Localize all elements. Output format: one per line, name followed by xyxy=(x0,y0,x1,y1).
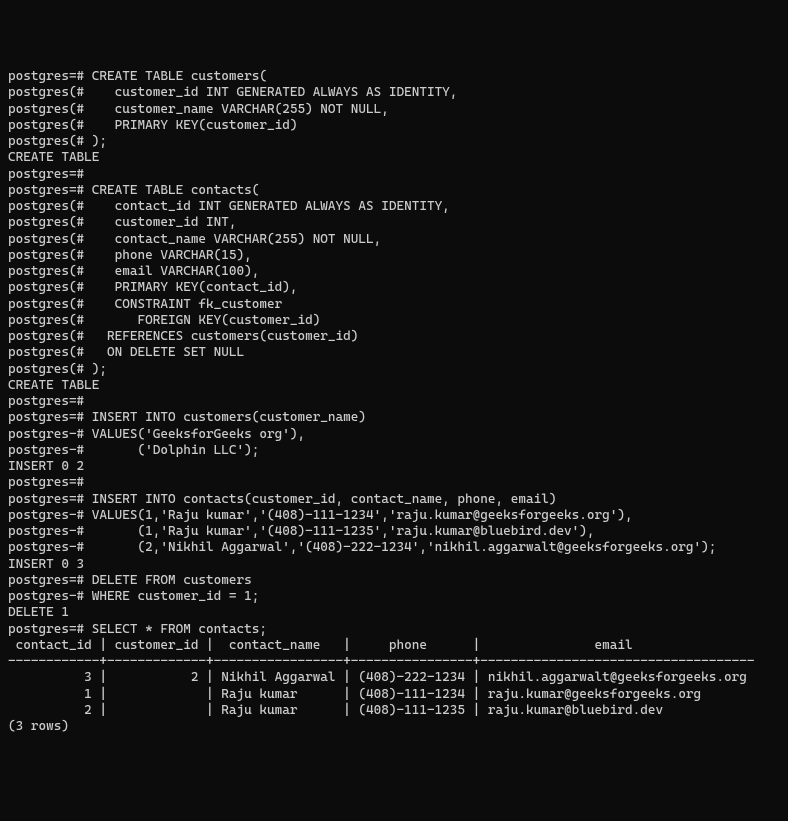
terminal-line: postgres-# ('Dolphin LLC'); xyxy=(8,443,780,459)
terminal-line: postgres(# email VARCHAR(100), xyxy=(8,264,780,280)
terminal-line: postgres(# phone VARCHAR(15), xyxy=(8,248,780,264)
terminal-line: postgres(# customer_id INT, xyxy=(8,215,780,231)
terminal-line: postgres-# WHERE customer_id = 1; xyxy=(8,589,780,605)
terminal-line: postgres-# VALUES(1,'Raju kumar','(408)-… xyxy=(8,508,780,524)
terminal-line: postgres=# xyxy=(8,167,780,183)
terminal-line: contact_id | customer_id | contact_name … xyxy=(8,638,780,654)
terminal-line: 2 | | Raju kumar | (408)-111-1235 | raju… xyxy=(8,703,780,719)
terminal-line: CREATE TABLE xyxy=(8,150,780,166)
terminal-line: postgres(# contact_name VARCHAR(255) NOT… xyxy=(8,232,780,248)
terminal-line: postgres(# contact_id INT GENERATED ALWA… xyxy=(8,199,780,215)
terminal-line: postgres=# CREATE TABLE customers( xyxy=(8,69,780,85)
terminal-line: postgres=# xyxy=(8,475,780,491)
terminal-line: postgres(# CONSTRAINT fk_customer xyxy=(8,297,780,313)
terminal-output[interactable]: postgres=# CREATE TABLE customers(postgr… xyxy=(8,69,780,735)
terminal-line: postgres-# VALUES('GeeksforGeeks org'), xyxy=(8,427,780,443)
terminal-line: postgres-# (2,'Nikhil Aggarwal','(408)-2… xyxy=(8,540,780,556)
terminal-line: (3 rows) xyxy=(8,719,780,735)
terminal-line: DELETE 1 xyxy=(8,605,780,621)
terminal-line: postgres=# INSERT INTO contacts(customer… xyxy=(8,492,780,508)
terminal-line: postgres(# ON DELETE SET NULL xyxy=(8,345,780,361)
terminal-line: postgres=# DELETE FROM customers xyxy=(8,573,780,589)
terminal-line: postgres-# (1,'Raju kumar','(408)-111-12… xyxy=(8,524,780,540)
terminal-line: postgres(# ); xyxy=(8,134,780,150)
terminal-line: postgres(# customer_name VARCHAR(255) NO… xyxy=(8,102,780,118)
terminal-line: INSERT 0 2 xyxy=(8,459,780,475)
terminal-line: postgres(# REFERENCES customers(customer… xyxy=(8,329,780,345)
terminal-line: ------------+-------------+-------------… xyxy=(8,654,780,670)
terminal-line: postgres=# SELECT * FROM contacts; xyxy=(8,622,780,638)
terminal-line: postgres(# FOREIGN KEY(customer_id) xyxy=(8,313,780,329)
terminal-line: postgres(# ); xyxy=(8,362,780,378)
terminal-line: postgres=# INSERT INTO customers(custome… xyxy=(8,410,780,426)
terminal-line: 1 | | Raju kumar | (408)-111-1234 | raju… xyxy=(8,687,780,703)
terminal-line: CREATE TABLE xyxy=(8,378,780,394)
terminal-line: postgres(# PRIMARY KEY(customer_id) xyxy=(8,118,780,134)
terminal-line: 3 | 2 | Nikhil Aggarwal | (408)-222-1234… xyxy=(8,670,780,686)
terminal-line: INSERT 0 3 xyxy=(8,557,780,573)
terminal-line: postgres(# PRIMARY KEY(contact_id), xyxy=(8,280,780,296)
terminal-line: postgres(# customer_id INT GENERATED ALW… xyxy=(8,85,780,101)
terminal-line: postgres=# xyxy=(8,394,780,410)
terminal-line: postgres=# CREATE TABLE contacts( xyxy=(8,183,780,199)
